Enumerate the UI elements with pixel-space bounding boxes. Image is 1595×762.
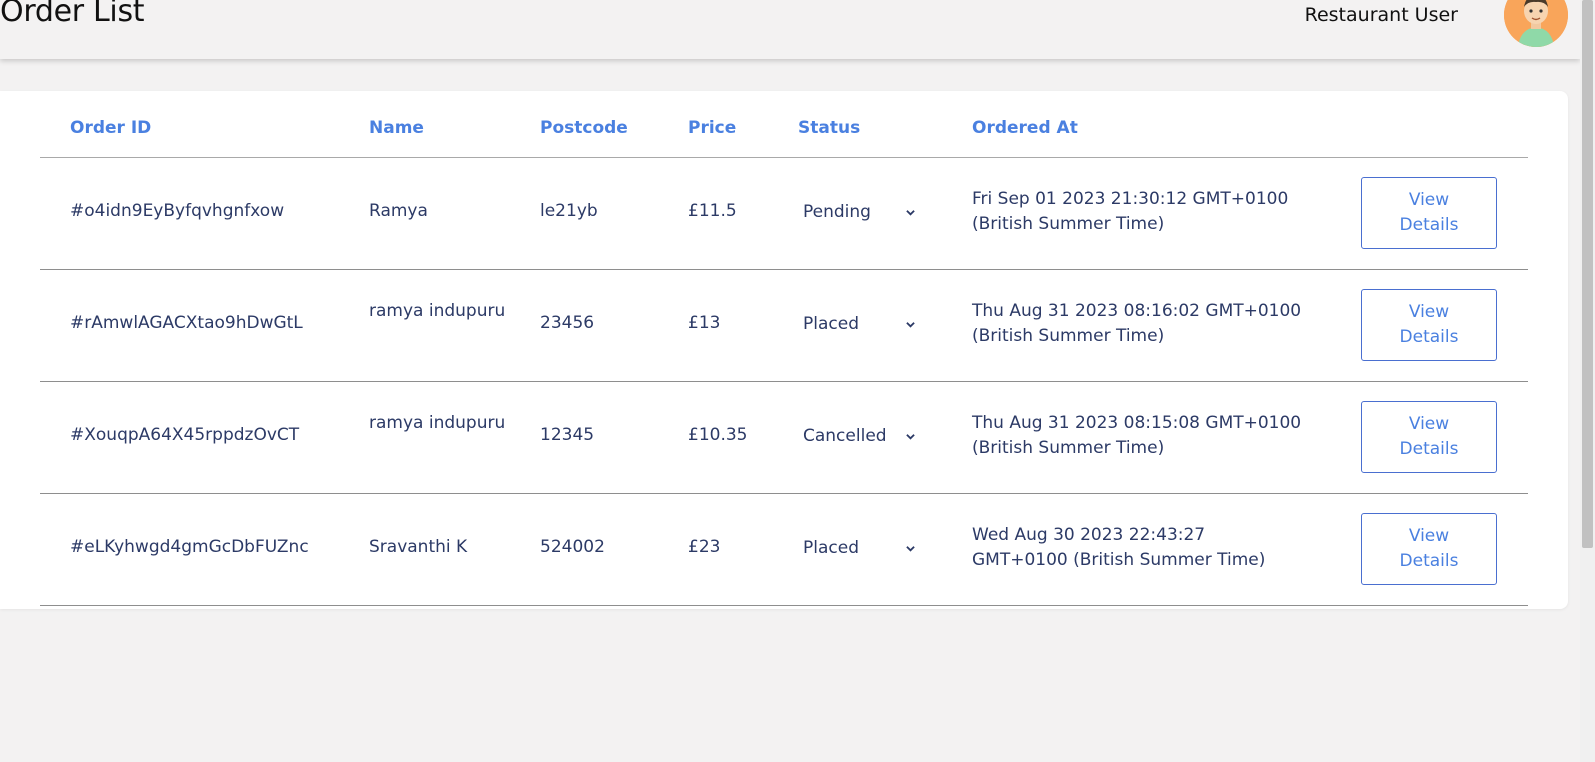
ordered-at: Thu Aug 31 2023 08:16:02 GMT+0100 (Briti… bbox=[972, 301, 1302, 346]
status-dropdown[interactable]: Cancelled bbox=[803, 423, 918, 449]
user-avatar-icon bbox=[1504, 0, 1568, 47]
customer-name: ramya indupuru bbox=[369, 301, 506, 321]
chevron-down-icon bbox=[906, 433, 915, 440]
orders-card: Order ID Name Postcode Price Status Orde… bbox=[0, 91, 1568, 609]
ordered-at: Thu Aug 31 2023 08:15:08 GMT+0100 (Briti… bbox=[972, 413, 1302, 458]
customer-name: Ramya bbox=[369, 201, 428, 221]
column-header-order-id[interactable]: Order ID bbox=[70, 118, 151, 138]
order-id: #rAmwlAGACXtao9hDwGtL bbox=[70, 313, 303, 333]
postcode: 12345 bbox=[540, 425, 595, 445]
postcode: 524002 bbox=[540, 537, 605, 557]
customer-name: Sravanthi K bbox=[369, 537, 468, 557]
order-id: #o4idn9EyByfqvhgnfxow bbox=[70, 201, 285, 221]
status-value: Placed bbox=[803, 314, 859, 334]
table-row: #eLKyhwgd4gmGcDbFUZnc Sravanthi K 524002… bbox=[40, 493, 1528, 606]
ordered-at: Wed Aug 30 2023 22:43:27 GMT+0100 (Briti… bbox=[972, 525, 1266, 570]
order-id: #eLKyhwgd4gmGcDbFUZnc bbox=[70, 537, 309, 557]
chevron-down-icon bbox=[906, 209, 915, 216]
column-header-price[interactable]: Price bbox=[688, 118, 736, 138]
view-details-button[interactable]: View Details bbox=[1361, 401, 1497, 473]
page-title: Order List bbox=[0, 0, 145, 29]
postcode: le21yb bbox=[540, 201, 598, 221]
scrollbar-thumb[interactable] bbox=[1582, 0, 1593, 548]
table-row: #o4idn9EyByfqvhgnfxow Ramya le21yb £11.5… bbox=[40, 157, 1528, 270]
ordered-at: Fri Sep 01 2023 21:30:12 GMT+0100 (Briti… bbox=[972, 189, 1289, 234]
column-header-ordered-at[interactable]: Ordered At bbox=[972, 118, 1078, 138]
table-row: #rAmwlAGACXtao9hDwGtL ramya indupuru 234… bbox=[40, 269, 1528, 382]
chevron-down-icon bbox=[906, 321, 915, 328]
price: £13 bbox=[688, 313, 721, 333]
price: £10.35 bbox=[688, 425, 748, 445]
price: £23 bbox=[688, 537, 721, 557]
status-dropdown[interactable]: Placed bbox=[803, 535, 918, 561]
status-value: Placed bbox=[803, 538, 859, 558]
price: £11.5 bbox=[688, 201, 737, 221]
status-value: Pending bbox=[803, 202, 871, 222]
status-value: Cancelled bbox=[803, 426, 887, 446]
column-header-status[interactable]: Status bbox=[798, 118, 860, 138]
order-id: #XouqpA64X45rppdzOvCT bbox=[70, 425, 300, 445]
status-dropdown[interactable]: Pending bbox=[803, 199, 918, 225]
page-scrollbar[interactable] bbox=[1580, 0, 1595, 762]
view-details-button[interactable]: View Details bbox=[1361, 177, 1497, 249]
view-details-button[interactable]: View Details bbox=[1361, 513, 1497, 585]
column-header-name[interactable]: Name bbox=[369, 118, 424, 138]
customer-name: ramya indupuru bbox=[369, 413, 506, 433]
status-dropdown[interactable]: Placed bbox=[803, 311, 918, 337]
user-name[interactable]: Restaurant User bbox=[1305, 4, 1458, 26]
view-details-button[interactable]: View Details bbox=[1361, 289, 1497, 361]
table-header: Order ID Name Postcode Price Status Orde… bbox=[40, 91, 1528, 158]
column-header-postcode[interactable]: Postcode bbox=[540, 118, 628, 138]
table-row: #XouqpA64X45rppdzOvCT ramya indupuru 123… bbox=[40, 381, 1528, 494]
app-header: Order List Restaurant User bbox=[0, 0, 1580, 59]
avatar[interactable] bbox=[1504, 0, 1568, 47]
chevron-down-icon bbox=[906, 545, 915, 552]
postcode: 23456 bbox=[540, 313, 595, 333]
